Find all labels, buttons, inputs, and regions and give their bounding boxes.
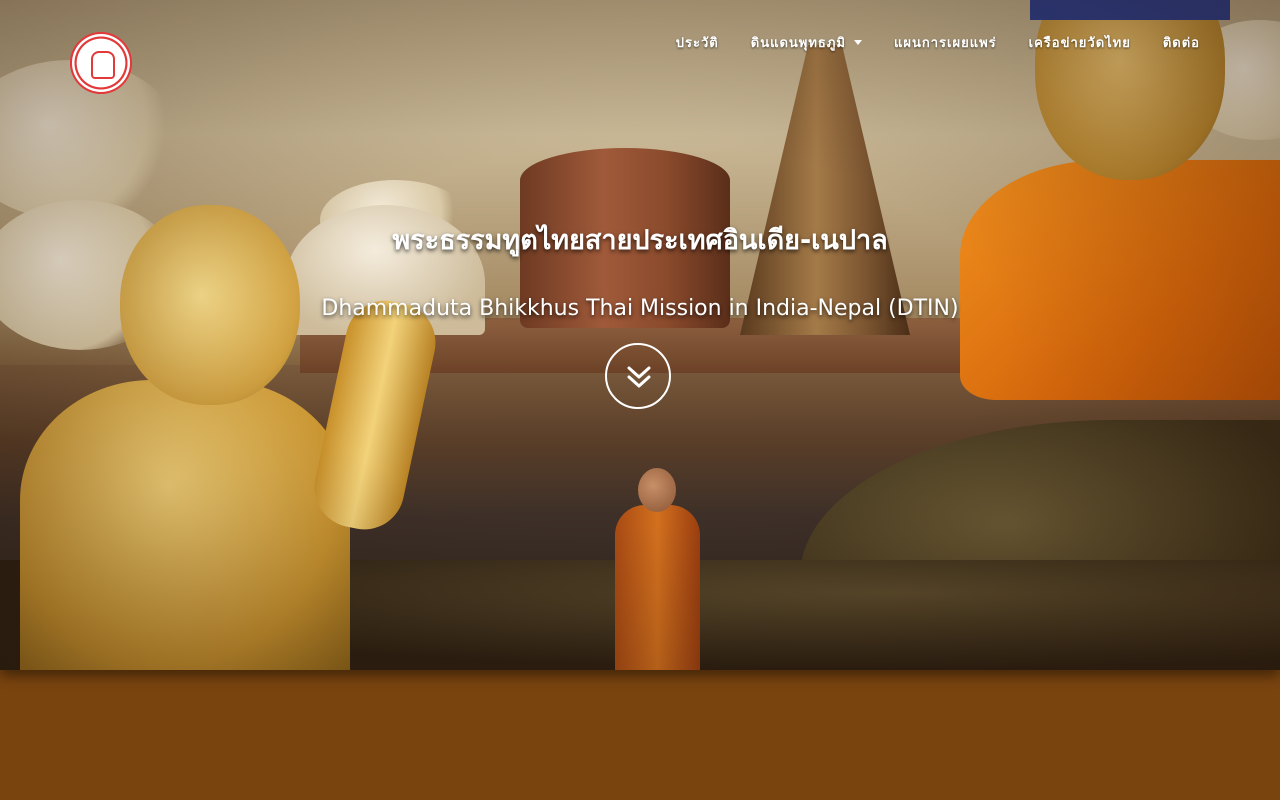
nav-item-thai-temple-network[interactable]: เครือข่ายวัดไทย <box>1029 32 1131 53</box>
nav-item-buddhist-land[interactable]: ดินแดนพุทธภูมิ <box>751 32 862 53</box>
nav-item-label: แผนการเผยแพร่ <box>894 35 997 51</box>
hero-title-thai: พระธรรมทูตไทยสายประเทศอินเดีย-เนปาล <box>392 225 888 256</box>
double-chevron-down-icon <box>627 366 651 388</box>
nav-item-contact[interactable]: ติดต่อ <box>1163 32 1200 53</box>
nav-item-label: ติดต่อ <box>1162 35 1200 51</box>
nav-item-history[interactable]: ประวัติ <box>676 32 719 53</box>
vignette-overlay <box>0 0 1280 670</box>
nav-item-label: เครือข่ายวัดไทย <box>1028 35 1131 51</box>
nav-item-label: ประวัติ <box>675 35 719 51</box>
hero-title-english: Dhammaduta Bhikkhus Thai Mission in Indi… <box>321 296 959 321</box>
scroll-down-button[interactable] <box>605 343 671 409</box>
hero-banner <box>0 0 1280 670</box>
site-logo[interactable] <box>70 32 132 94</box>
main-nav: ประวัติ ดินแดนพุทธภูมิ แผนการเผยแพร่ เคร… <box>644 32 1200 52</box>
nav-item-label: ดินแดนพุทธภูมิ <box>750 35 846 51</box>
temple-seal-logo-icon <box>91 51 115 79</box>
caret-down-icon <box>854 39 862 45</box>
nav-item-dissemination-plan[interactable]: แผนการเผยแพร่ <box>894 32 997 53</box>
page-footer-area <box>0 670 1280 800</box>
